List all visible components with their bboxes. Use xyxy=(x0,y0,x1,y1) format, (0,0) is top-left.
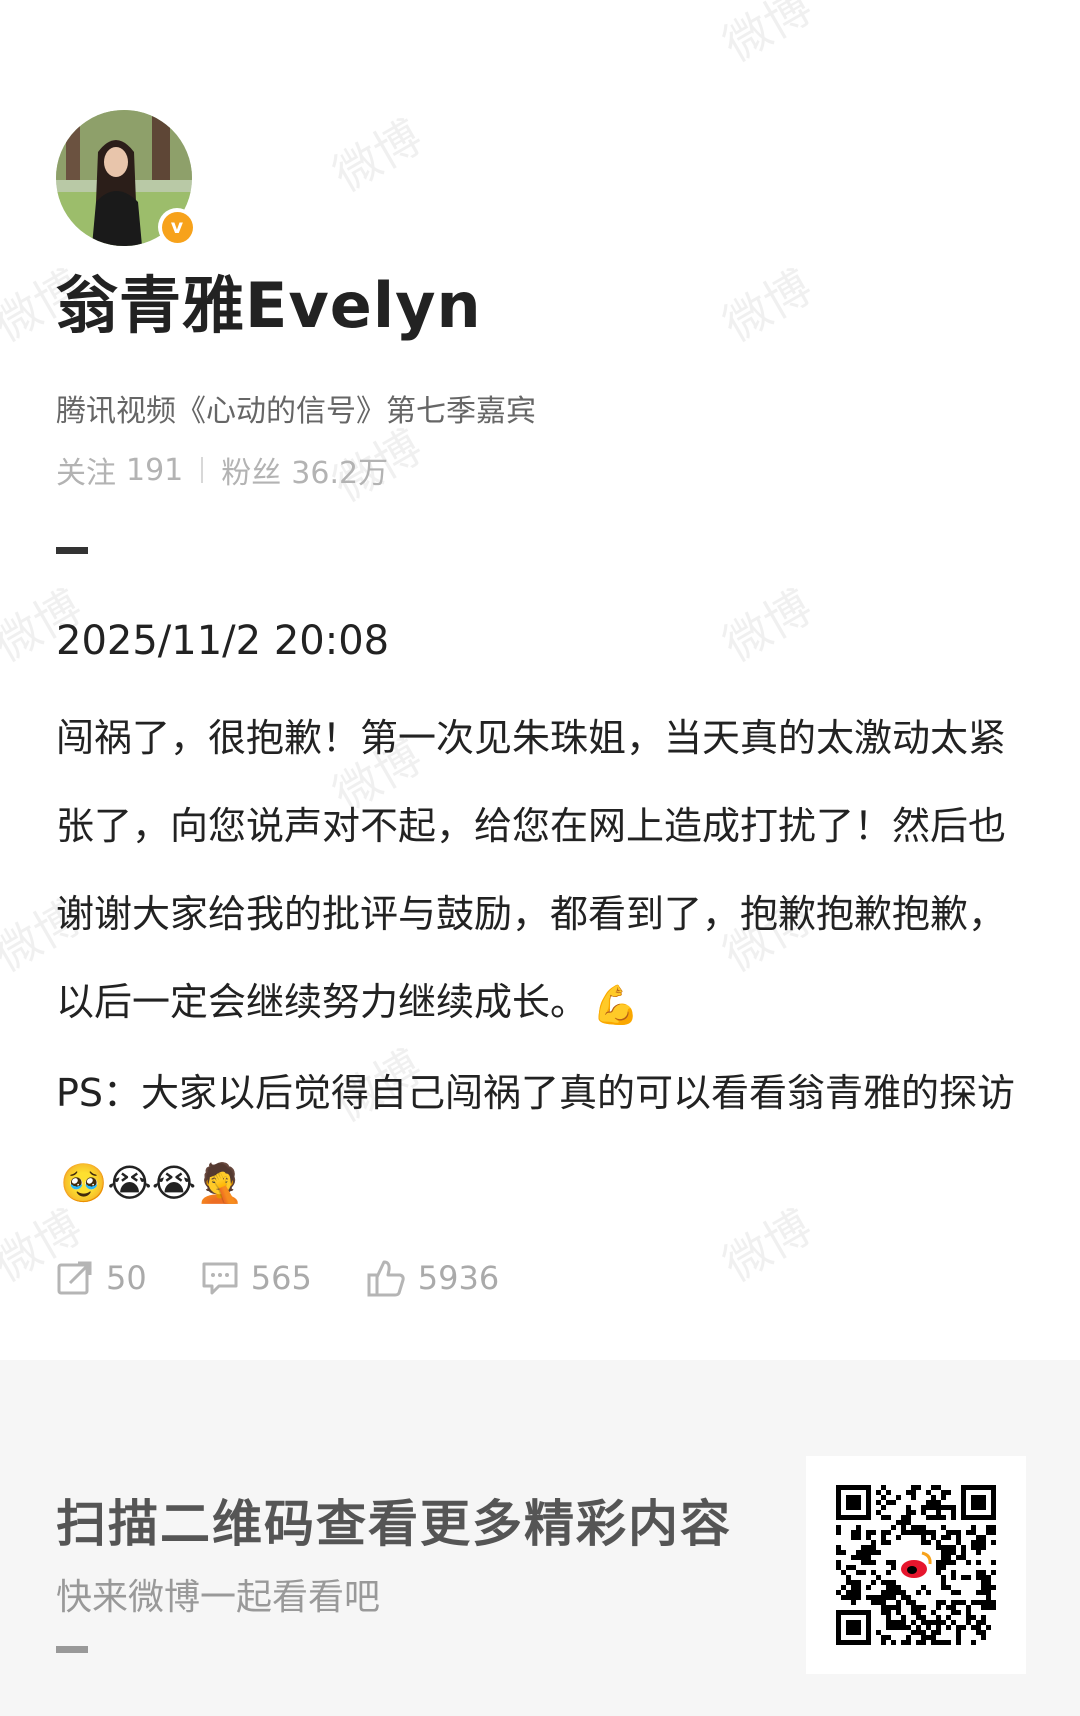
comment-button[interactable]: 565 xyxy=(201,1259,312,1297)
followers-label[interactable]: 粉丝 xyxy=(221,448,281,492)
watermark: 微博 xyxy=(714,579,821,672)
following-label[interactable]: 关注 xyxy=(56,448,116,492)
verified-badge-icon: v xyxy=(158,208,196,246)
flexed-biceps-emoji: 💪 xyxy=(592,982,640,1027)
avatar[interactable]: v xyxy=(56,110,196,246)
footer-divider xyxy=(56,1646,88,1653)
crying-emoji-group: 🥹😭😭🤦 xyxy=(60,1161,244,1205)
qr-code-icon xyxy=(836,1485,996,1645)
watermark: 微博 xyxy=(324,109,431,202)
repost-count: 50 xyxy=(106,1259,147,1297)
stats-divider xyxy=(201,457,204,483)
promo-title: 扫描二维码查看更多精彩内容 xyxy=(56,1495,732,1553)
comment-count: 565 xyxy=(250,1259,312,1297)
watermark: 微博 xyxy=(714,259,821,352)
comment-icon xyxy=(202,1262,238,1295)
post-paragraph: 闯祸了，很抱歉！第一次见朱珠姐，当天真的太激动太紧张了，向您说声对不起，给您在网… xyxy=(56,694,1016,1049)
repost-icon xyxy=(57,1261,92,1295)
promo-subtitle: 快来微博一起看看吧 xyxy=(56,1577,381,1618)
user-stats: 关注 191 粉丝 36.2万 xyxy=(56,448,388,492)
section-divider xyxy=(56,547,88,554)
post-ps-paragraph: PS：大家以后觉得自己闯祸了真的可以看看翁青雅的探访🥹😭😭🤦 xyxy=(56,1049,1016,1228)
user-name[interactable]: 翁青雅Evelyn xyxy=(56,271,482,340)
post-timestamp: 2025/11/2 20:08 xyxy=(56,618,390,664)
user-description: 腾讯视频《心动的信号》第七季嘉宾 xyxy=(56,394,536,429)
promo-banner: 扫描二维码查看更多精彩内容 快来微博一起看看吧 xyxy=(0,1360,1080,1716)
like-button[interactable]: 5936 xyxy=(366,1258,499,1298)
like-count: 5936 xyxy=(417,1259,500,1297)
watermark: 微博 xyxy=(714,0,821,72)
thumbs-up-icon xyxy=(367,1260,405,1297)
following-count[interactable]: 191 xyxy=(126,453,183,488)
qr-code[interactable] xyxy=(806,1456,1026,1674)
post-actions: 50 565 5936 xyxy=(56,1258,553,1298)
repost-button[interactable]: 50 xyxy=(56,1259,147,1297)
followers-count[interactable]: 36.2万 xyxy=(291,448,388,492)
post-text: 闯祸了，很抱歉！第一次见朱珠姐，当天真的太激动太紧张了，向您说声对不起，给您在网… xyxy=(56,694,1016,1227)
